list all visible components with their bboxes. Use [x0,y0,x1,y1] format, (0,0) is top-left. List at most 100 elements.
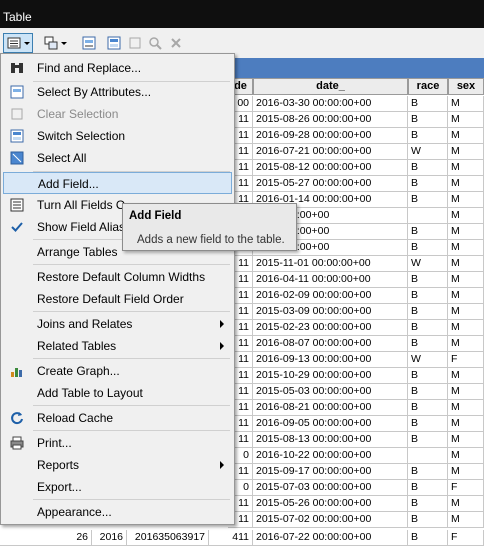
menu-item-find-replace[interactable]: Find and Replace... [3,57,232,79]
table-cell: 2015-08-12 00:00:00+00 [253,160,408,176]
table-cell [408,448,448,464]
chevron-right-icon [220,342,224,350]
table-cell: M [448,384,484,400]
menu-item-restore-field-order[interactable]: Restore Default Field Order [3,288,232,310]
table-options-button[interactable] [3,33,33,53]
menu-item-add-table-to-layout[interactable]: Add Table to Layout [3,382,232,404]
menu-item-select-all[interactable]: Select All [3,147,232,169]
table-cell: 2016-10-22 00:00:00+00 [253,448,408,464]
table-cell: M [448,336,484,352]
table-cell: 2015-11-01 00:00:00+00 [253,256,408,272]
menu-item-reload-cache[interactable]: Reload Cache [3,407,232,429]
table-cell: 2015-07-03 00:00:00+00 [253,480,408,496]
menu-item-joins-relates[interactable]: Joins and Relates [3,313,232,335]
table-cell: B [408,272,448,288]
binoculars-icon [11,63,23,73]
clear-selection-icon [129,37,141,49]
table-cell: M [448,176,484,192]
table-cell: 2015-05-26 00:00:00+00 [253,496,408,512]
menu-item-print[interactable]: Print... [3,432,232,454]
table-cell: B [408,432,448,448]
table-cell: 2015-08-26 00:00:00+00 [253,112,408,128]
table-cell [408,208,448,224]
menu-item-select-by-attributes[interactable]: Select By Attributes... [3,81,232,103]
table-cell: M [448,144,484,160]
switch-selection-button[interactable] [105,33,123,53]
table-cell: M [448,512,484,528]
menu-item-appearance[interactable]: Appearance... [3,501,232,523]
table-cell: W [408,256,448,272]
switch-selection-icon [107,36,121,50]
add-field-tooltip: Add Field Adds a new field to the table. [122,203,297,251]
menu-separator [33,405,230,406]
table-cell: M [448,368,484,384]
table-cell: 2016 [92,530,127,546]
chevron-right-icon [220,320,224,328]
menu-item-restore-column-widths[interactable]: Restore Default Column Widths [3,266,232,288]
table-cell: 2016-04-11 00:00:00+00 [253,272,408,288]
table-cell: B [408,336,448,352]
table-cell: 2016-08-07 00:00:00+00 [253,336,408,352]
menu-item-clear-selection[interactable]: Clear Selection [3,103,232,125]
table-cell: B [408,512,448,528]
table-cell: 2016-09-13 00:00:00+00 [253,352,408,368]
table-cell: 2016-02-09 00:00:00+00 [253,288,408,304]
table-cell: 2015-05-03 00:00:00+00 [253,384,408,400]
table-cell: 2016-07-21 00:00:00+00 [253,144,408,160]
chevron-right-icon [220,461,224,469]
table-cell: M [448,496,484,512]
menu-item-add-field[interactable]: Add Field... [3,172,232,194]
table-cell: B [408,384,448,400]
column-header[interactable]: sex [448,78,484,95]
menu-item-switch-selection[interactable]: Switch Selection [3,125,232,147]
menu-item-reports[interactable]: Reports [3,454,232,476]
table-cell: 2015-05-27 00:00:00+00 [253,176,408,192]
table-cell: M [448,192,484,208]
table-cell: B [408,368,448,384]
table-cell: M [448,160,484,176]
table-cell: M [448,320,484,336]
menu-item-export[interactable]: Export... [3,476,232,498]
table-cell: B [408,112,448,128]
zoom-to-selected-button[interactable] [147,33,163,53]
table-row[interactable]: 26 2016 201635063917 411 2016-07-22 00:0… [0,530,484,546]
column-header[interactable]: race [408,78,448,95]
table-cell: B [408,160,448,176]
table-cell: M [448,96,484,112]
switch-selection-icon [10,129,24,143]
clear-selection-icon [11,108,23,120]
table-cell: B [408,400,448,416]
reload-icon [11,412,23,425]
table-cell: B [408,496,448,512]
turn-fields-icon [10,198,24,212]
select-by-attributes-button[interactable] [80,33,98,53]
menu-item-related-tables[interactable]: Related Tables [3,335,232,357]
table-cell: 201635063917 [127,530,209,546]
table-cell: 2016-09-05 00:00:00+00 [253,416,408,432]
table-cell: B [408,530,448,546]
select-by-attributes-icon [82,36,96,50]
table-cell: 2016-03-30 00:00:00+00 [253,96,408,112]
table-cell: 2015-02-23 00:00:00+00 [253,320,408,336]
delete-selected-icon [171,38,181,48]
column-header[interactable]: date_ [253,78,408,95]
table-cell: 2015-08-13 00:00:00+00 [253,432,408,448]
table-cell: B [408,464,448,480]
table-cell: B [408,288,448,304]
clear-selection-button[interactable] [127,33,143,53]
table-cell: M [448,256,484,272]
menu-item-create-graph[interactable]: Create Graph... [3,360,232,382]
delete-selected-button[interactable] [168,33,184,53]
table-cell: B [408,240,448,256]
table-cell: M [448,416,484,432]
table-cell: M [448,272,484,288]
tooltip-title: Add Field [129,210,182,222]
table-cell: 411 [209,530,253,546]
checkmark-icon [11,222,23,232]
printer-icon [10,436,24,450]
table-cell: W [408,352,448,368]
table-cell: M [448,464,484,480]
chevron-down-icon [23,41,30,45]
related-tables-button[interactable] [40,33,70,53]
table-cell: M [448,240,484,256]
